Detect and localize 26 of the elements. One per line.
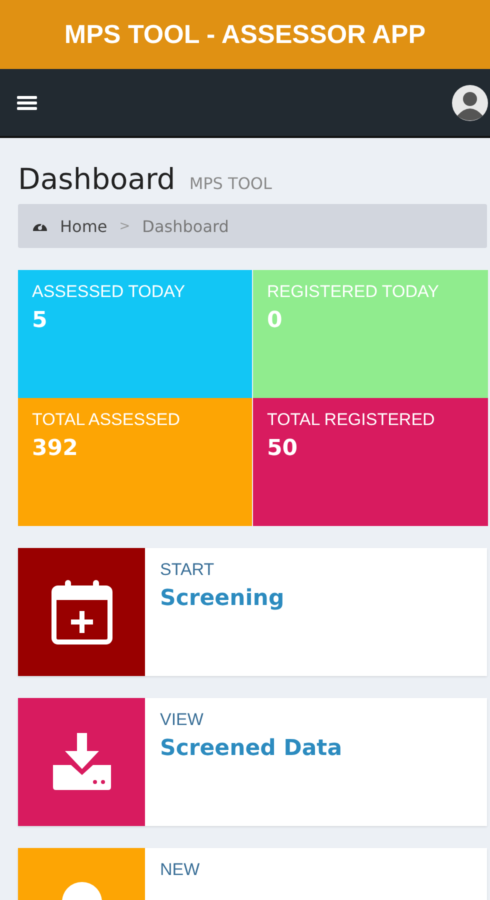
stat-label: REGISTERED TODAY [267, 282, 440, 302]
card-caption: START [160, 560, 216, 580]
stat-value: 0 [267, 308, 284, 333]
page-subtitle: MPS TOOL [189, 174, 272, 193]
download-icon [50, 733, 112, 791]
card-title: Screened Data [160, 736, 342, 761]
card-caption: VIEW [160, 710, 204, 730]
breadcrumb-link[interactable]: Dashboard [142, 216, 229, 236]
stat-label: TOTAL ASSESSED [32, 410, 182, 430]
calendar-plus-icon [50, 579, 112, 645]
page-title: Dashboard [18, 162, 176, 196]
card-title: Screening [160, 586, 284, 611]
action-card[interactable]: NEW [18, 848, 487, 900]
action-card[interactable]: START Screening [18, 548, 487, 676]
stat-label: ASSESSED TODAY [32, 282, 186, 302]
stat-value: 50 [267, 436, 299, 461]
stat-value: 392 [32, 436, 79, 461]
card-caption: NEW [160, 860, 200, 880]
avatar-icon[interactable] [452, 84, 488, 120]
stat-value: 5 [32, 308, 48, 333]
stat-label: TOTAL REGISTERED [267, 410, 436, 430]
menu-icon[interactable] [17, 94, 37, 110]
breadcrumb-separator: > [119, 218, 130, 234]
breadcrumb-link[interactable]: Home [60, 216, 108, 236]
app-title: MPS TOOL - ASSESSOR APP [64, 19, 426, 50]
action-card[interactable]: VIEW Screened Data [18, 698, 487, 826]
